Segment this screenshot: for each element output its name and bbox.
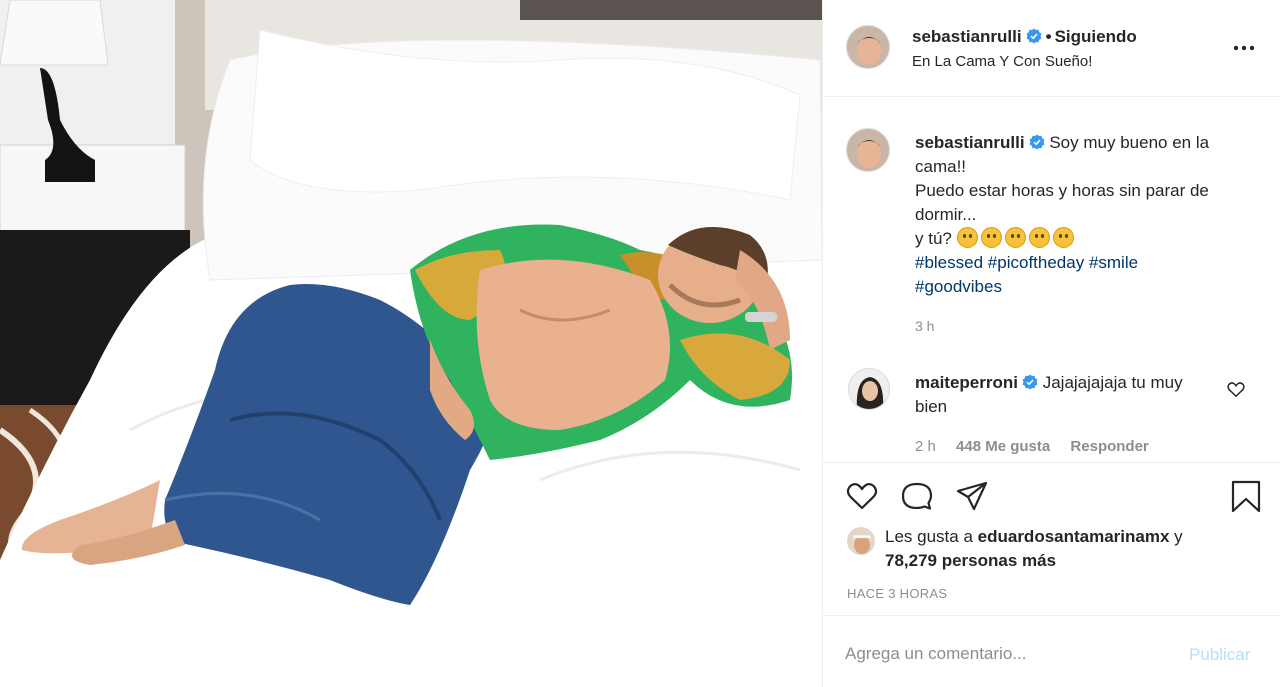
likes-summary: Les gusta a eduardosantamarinamx y 78,27… <box>847 525 1247 573</box>
post-photo-illustration <box>0 0 822 687</box>
header-author-line: sebastianrulli • Siguiendo <box>912 27 1137 47</box>
thinking-emoji-icon <box>956 227 978 248</box>
comment-timestamp: 2 h <box>915 438 936 455</box>
caption-line-2: Puedo estar horas y horas sin parar de d… <box>915 181 1209 224</box>
following-button[interactable]: Siguiendo <box>1055 27 1137 46</box>
header-separator: • <box>1045 27 1052 46</box>
caption-line-3: y tú? <box>915 229 952 248</box>
caption-hashtags: #blessed #picoftheday #smile #goodvibes <box>915 253 1138 296</box>
hashtag-link[interactable]: #blessed <box>915 253 983 272</box>
comment-like-heart-icon[interactable] <box>1227 381 1245 398</box>
publish-button[interactable]: Publicar <box>1189 645 1250 665</box>
verified-badge-icon <box>1029 133 1045 150</box>
likes-joiner: y <box>1174 527 1183 546</box>
dizzy-emoji-icon <box>1004 227 1026 248</box>
likes-count[interactable]: 78,279 personas más <box>885 551 1056 570</box>
send-icon[interactable] <box>955 479 989 513</box>
comment-text-block: maiteperroni Jajajajajaja tu muy bien <box>915 371 1185 419</box>
commenter-avatar[interactable] <box>848 368 890 410</box>
post-header: sebastianrulli • Siguiendo En La Cama Y Co… <box>823 0 1280 97</box>
hashtag-link[interactable]: #smile <box>1089 253 1138 272</box>
caption-author-avatar[interactable] <box>846 128 890 172</box>
verified-badge-icon <box>1026 28 1042 44</box>
comment-likes-count[interactable]: 448 Me gusta <box>956 438 1050 455</box>
liker-avatar[interactable] <box>847 527 875 555</box>
add-comment-bar: Publicar <box>823 615 1280 687</box>
post-photo[interactable] <box>0 0 822 687</box>
verified-badge-icon <box>1022 373 1038 390</box>
hashtag-link[interactable]: #picoftheday <box>988 253 1084 272</box>
likes-prefix: Les gusta a <box>885 527 973 546</box>
comment-meta: 2 h 448 Me gusta Responder <box>915 438 1165 455</box>
post-side-panel: sebastianrulli • Siguiendo En La Cama Y Co… <box>822 0 1280 687</box>
crazy-emoji-icon <box>1028 227 1050 248</box>
post-timestamp[interactable]: HACE 3 HORAS <box>847 586 947 601</box>
caption-text: sebastianrulli Soy muy bueno en la cama!… <box>915 131 1255 299</box>
heart-icon[interactable] <box>845 479 879 513</box>
sleepy-emoji-icon <box>980 227 1002 248</box>
liker-username[interactable]: eduardosantamarinamx <box>978 527 1170 546</box>
smile-emoji-icon <box>1052 227 1074 248</box>
reply-button[interactable]: Responder <box>1070 438 1148 455</box>
post-location[interactable]: En La Cama Y Con Sueño! <box>912 53 1092 70</box>
bookmark-icon[interactable] <box>1229 479 1263 513</box>
author-username[interactable]: sebastianrulli <box>912 27 1022 46</box>
caption-timestamp: 3 h <box>915 318 935 334</box>
hashtag-link[interactable]: #goodvibes <box>915 277 1002 296</box>
comment-input[interactable] <box>845 644 1165 664</box>
more-horizontal-icon[interactable] <box>1231 38 1257 58</box>
comment-icon[interactable] <box>900 479 934 513</box>
author-avatar[interactable] <box>846 25 890 69</box>
caption-author-username[interactable]: sebastianrulli <box>915 133 1025 152</box>
comment-item: maiteperroni Jajajajajaja tu muy bien 2 … <box>823 365 1280 465</box>
commenter-username[interactable]: maiteperroni <box>915 373 1018 392</box>
